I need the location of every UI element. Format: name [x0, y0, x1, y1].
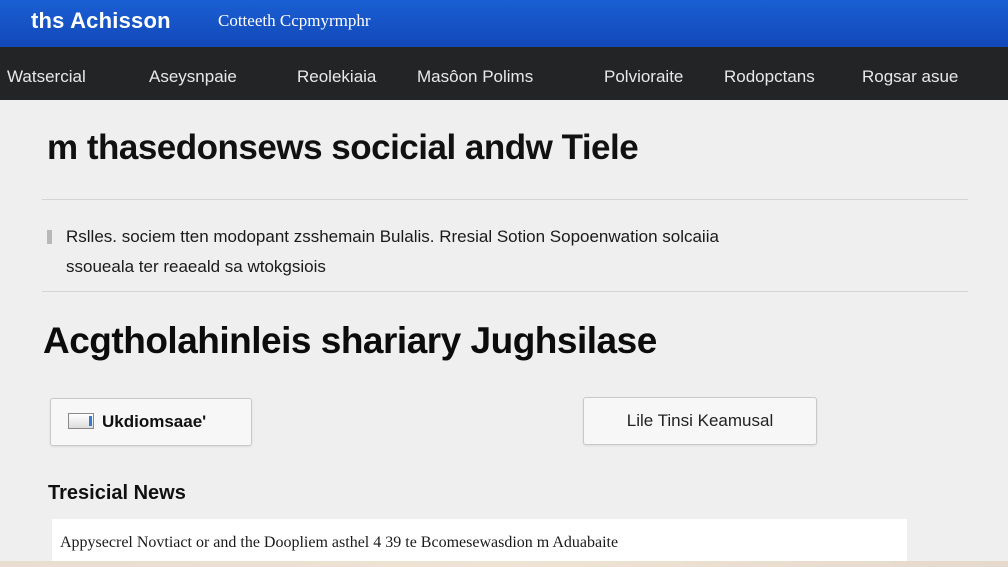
intro-text-line-1: Rslles. sociem tten modopant zsshemain B… [66, 227, 719, 246]
site-logo[interactable]: ths Achisson [31, 8, 171, 34]
secondary-action-button[interactable]: Lile Tinsi Keamusal [583, 397, 817, 445]
main-nav: Watsercial Aseysnpaie Reolekiaia Masôon … [0, 47, 1008, 100]
news-heading: Tresicial News [48, 482, 186, 504]
window-icon [68, 413, 94, 429]
site-tagline: Cotteeth Ccpmyrmphr [218, 11, 371, 30]
intro-text-line-2: ssoueala ter reaeald sa wtokgsiois [66, 257, 326, 276]
section-heading: Acgtholahinleis shariary Jughsilase [43, 320, 657, 361]
primary-action-button[interactable]: Ukdiomsaae' [50, 398, 252, 446]
nav-item-mason-polims[interactable]: Masôon Polims [417, 67, 533, 87]
nav-item-aseysnpaie[interactable]: Aseysnpaie [149, 67, 237, 87]
nav-item-reolekiaia[interactable]: Reolekiaia [297, 67, 376, 87]
secondary-action-label: Lile Tinsi Keamusal [626, 411, 774, 430]
news-item-text: Appysecrel Novtiact or and the Doopliem … [60, 534, 619, 551]
list-bullet [47, 230, 52, 244]
page-title: m thasedonsews socicial andw Tiele [47, 128, 639, 167]
nav-item-rogsar-asue[interactable]: Rogsar asue [862, 67, 958, 87]
nav-item-rodopctans[interactable]: Rodopctans [724, 67, 815, 87]
nav-item-polvioraite[interactable]: Polvioraite [604, 67, 683, 87]
news-list-item[interactable]: Appysecrel Novtiact or and the Doopliem … [52, 519, 907, 563]
header-bar: ths Achisson Cotteeth Ccpmyrmphr [0, 0, 1008, 47]
intro-divider [42, 291, 968, 292]
bottom-edge [0, 561, 1008, 567]
title-divider [42, 199, 968, 200]
primary-action-label: Ukdiomsaae' [102, 412, 207, 431]
nav-item-watsercial[interactable]: Watsercial [7, 67, 86, 87]
